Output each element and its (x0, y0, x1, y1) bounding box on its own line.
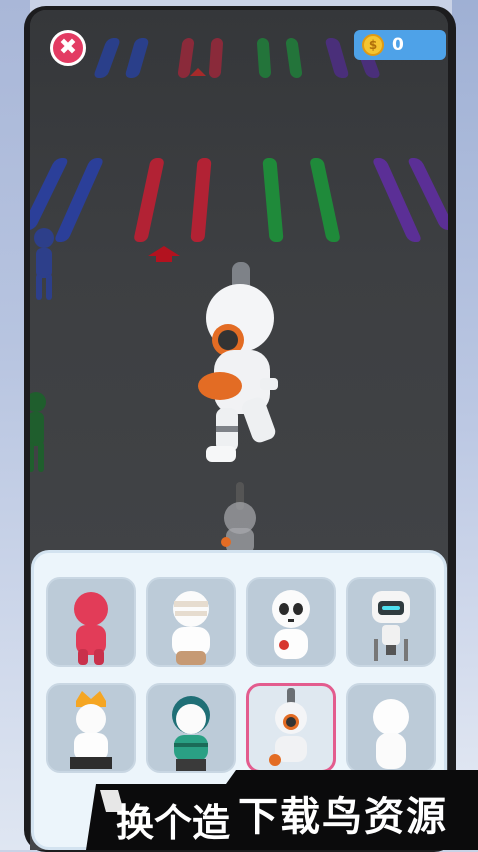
robot-icon (372, 591, 410, 661)
skin-slot-plain-white[interactable] (346, 683, 436, 773)
bandage-mummy-icon (172, 591, 210, 665)
close-icon: ✖ (58, 35, 78, 60)
skin-slot-bandage-mummy[interactable] (146, 577, 236, 667)
skull-skeleton-icon (272, 590, 310, 659)
coin-counter: $ 0 (354, 30, 446, 60)
skin-slot-robot[interactable] (346, 577, 436, 667)
skin-slot-green-hair-boy[interactable] (146, 683, 236, 773)
skin-slot-astronaut[interactable] (246, 683, 336, 773)
close-button[interactable]: ✖ (50, 30, 86, 66)
skin-slot-skull-skeleton[interactable] (246, 577, 336, 667)
coin-count: 0 (392, 35, 404, 55)
track-arrow-icon (148, 246, 180, 256)
banner-left-text: 换个造 (116, 801, 231, 845)
player-astronaut-icon (198, 262, 278, 462)
skin-slot-crowned-king[interactable] (46, 683, 136, 773)
blue-stickman-icon (34, 228, 54, 300)
red-stickman-icon (74, 592, 108, 665)
astronaut-icon (269, 688, 307, 766)
green-stickman-icon (30, 392, 46, 472)
promo-banner: 换个造 下载鸟资源 (86, 770, 478, 850)
crowned-king-icon (70, 691, 112, 769)
banner-right-text: 下载鸟资源 (238, 794, 448, 840)
track-arrow-stem (156, 256, 172, 262)
plain-white-icon (373, 699, 409, 769)
coin-icon: $ (362, 34, 384, 56)
green-hair-boy-icon (172, 696, 210, 771)
far-arrow-icon (190, 68, 206, 76)
near-stripe-gate (30, 158, 448, 248)
follower-character-icon (221, 482, 256, 554)
skin-slot-red-stickman[interactable] (46, 577, 136, 667)
